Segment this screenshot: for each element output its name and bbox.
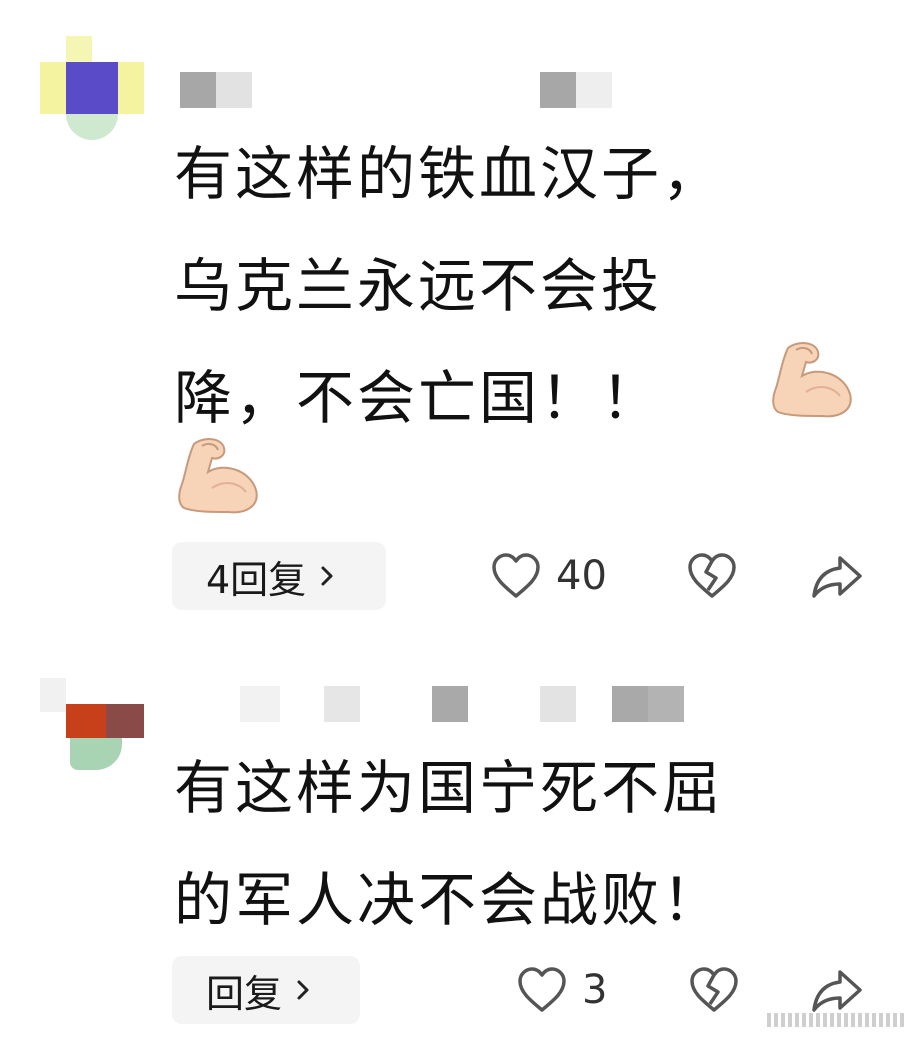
flexed-biceps-emoji [178, 438, 258, 514]
comment-text-line: 有这样为国宁死不屈 [174, 754, 724, 822]
share-arrow-icon [812, 970, 862, 1012]
watermark [767, 1013, 907, 1027]
share-button[interactable] [810, 966, 864, 1014]
user-badge-blurred [540, 72, 612, 108]
comment-text-line: 乌克兰永远不会投 [174, 252, 663, 320]
heart-outline-icon [492, 553, 540, 598]
dislike-button[interactable] [688, 966, 740, 1014]
like-button[interactable]: 3 [516, 966, 607, 1014]
heart-outline-icon [518, 967, 566, 1012]
username-blurred[interactable] [180, 72, 252, 108]
avatar[interactable] [40, 36, 144, 140]
reply-button[interactable]: 回复 [172, 956, 360, 1024]
chevron-right-icon [297, 980, 309, 1000]
chevron-right-icon [321, 566, 333, 586]
comment-text-line: 的军人决不会战败！ [174, 866, 724, 934]
user-badge-blurred [432, 686, 684, 722]
share-arrow-icon [812, 556, 862, 598]
like-count: 40 [556, 553, 607, 599]
comment-item: 有这样为国宁死不屈 的军人决不会战败！ 回复 3 [0, 660, 921, 1045]
broken-heart-icon [690, 967, 738, 1012]
username-blurred[interactable] [240, 686, 360, 722]
flexed-biceps-emoji [772, 342, 852, 418]
reply-label: 回复 [206, 971, 283, 1016]
like-count: 3 [582, 967, 608, 1013]
avatar[interactable] [40, 678, 144, 782]
broken-heart-icon [688, 553, 736, 598]
dislike-button[interactable] [686, 552, 738, 600]
share-button[interactable] [810, 552, 864, 600]
reply-button[interactable]: 4回复 [172, 542, 386, 610]
like-button[interactable]: 40 [490, 552, 607, 600]
comment-text-line: 有这样的铁血汉子， [174, 140, 724, 208]
comment-text: 有这样为国宁死不屈 的军人决不会战败！ [174, 732, 874, 956]
reply-label: 4回复 [206, 557, 307, 602]
comment-item: 有这样的铁血汉子， 乌克兰永远不会投 降，不会亡国！！ 4回复 40 [0, 0, 921, 640]
